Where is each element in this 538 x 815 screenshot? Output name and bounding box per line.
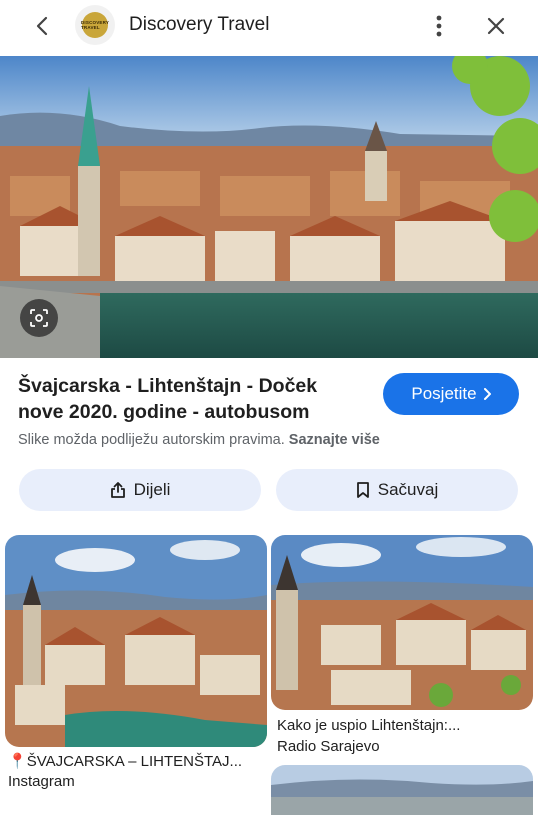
related-source-2: Radio Sarajevo <box>277 738 380 755</box>
related-source-1: Instagram <box>8 773 75 790</box>
learn-more-link[interactable]: Saznajte više <box>289 432 380 448</box>
pin-icon: 📍 <box>8 753 27 770</box>
related-image-2[interactable] <box>271 535 533 710</box>
share-label: Dijeli <box>133 480 171 499</box>
related-image-3[interactable] <box>271 765 533 815</box>
bookmark-icon <box>356 482 369 498</box>
site-logo: DISCOVERY TRAVEL <box>75 5 115 45</box>
save-button[interactable]: Sačuvaj <box>276 469 518 511</box>
result-title: Švajcarska - Lihtenštajn - Doček nove 20… <box>18 375 318 423</box>
chevron-left-icon <box>36 16 48 36</box>
site-logo-text: DISCOVERY TRAVEL <box>80 20 110 30</box>
related-caption-1[interactable]: 📍ŠVAJCARSKA – LIHTENŠTAJ... <box>8 752 266 770</box>
visit-button[interactable]: Posjetite <box>383 373 519 415</box>
chevron-right-icon <box>483 388 491 400</box>
lens-button[interactable] <box>20 299 58 337</box>
hero-image[interactable] <box>0 56 538 358</box>
more-options-button[interactable] <box>427 12 451 40</box>
close-icon <box>487 17 505 35</box>
related-caption-2[interactable]: Kako je uspio Lihtenštajn:... <box>277 717 533 734</box>
lens-icon <box>30 309 48 327</box>
more-vertical-icon <box>436 15 442 37</box>
copyright-notice: Slike možda podliježu autorskim pravima.… <box>18 432 380 448</box>
share-button[interactable]: Dijeli <box>19 469 261 511</box>
back-button[interactable] <box>28 12 56 40</box>
close-button[interactable] <box>482 12 510 40</box>
copyright-text: Slike možda podliježu autorskim pravima. <box>18 432 285 448</box>
save-label: Sačuvaj <box>377 480 439 499</box>
site-title: Discovery Travel <box>129 14 270 35</box>
visit-label: Posjetite <box>411 384 477 403</box>
share-icon <box>110 482 125 498</box>
top-bar: DISCOVERY TRAVEL Discovery Travel <box>0 0 538 52</box>
related-image-1[interactable] <box>5 535 267 747</box>
